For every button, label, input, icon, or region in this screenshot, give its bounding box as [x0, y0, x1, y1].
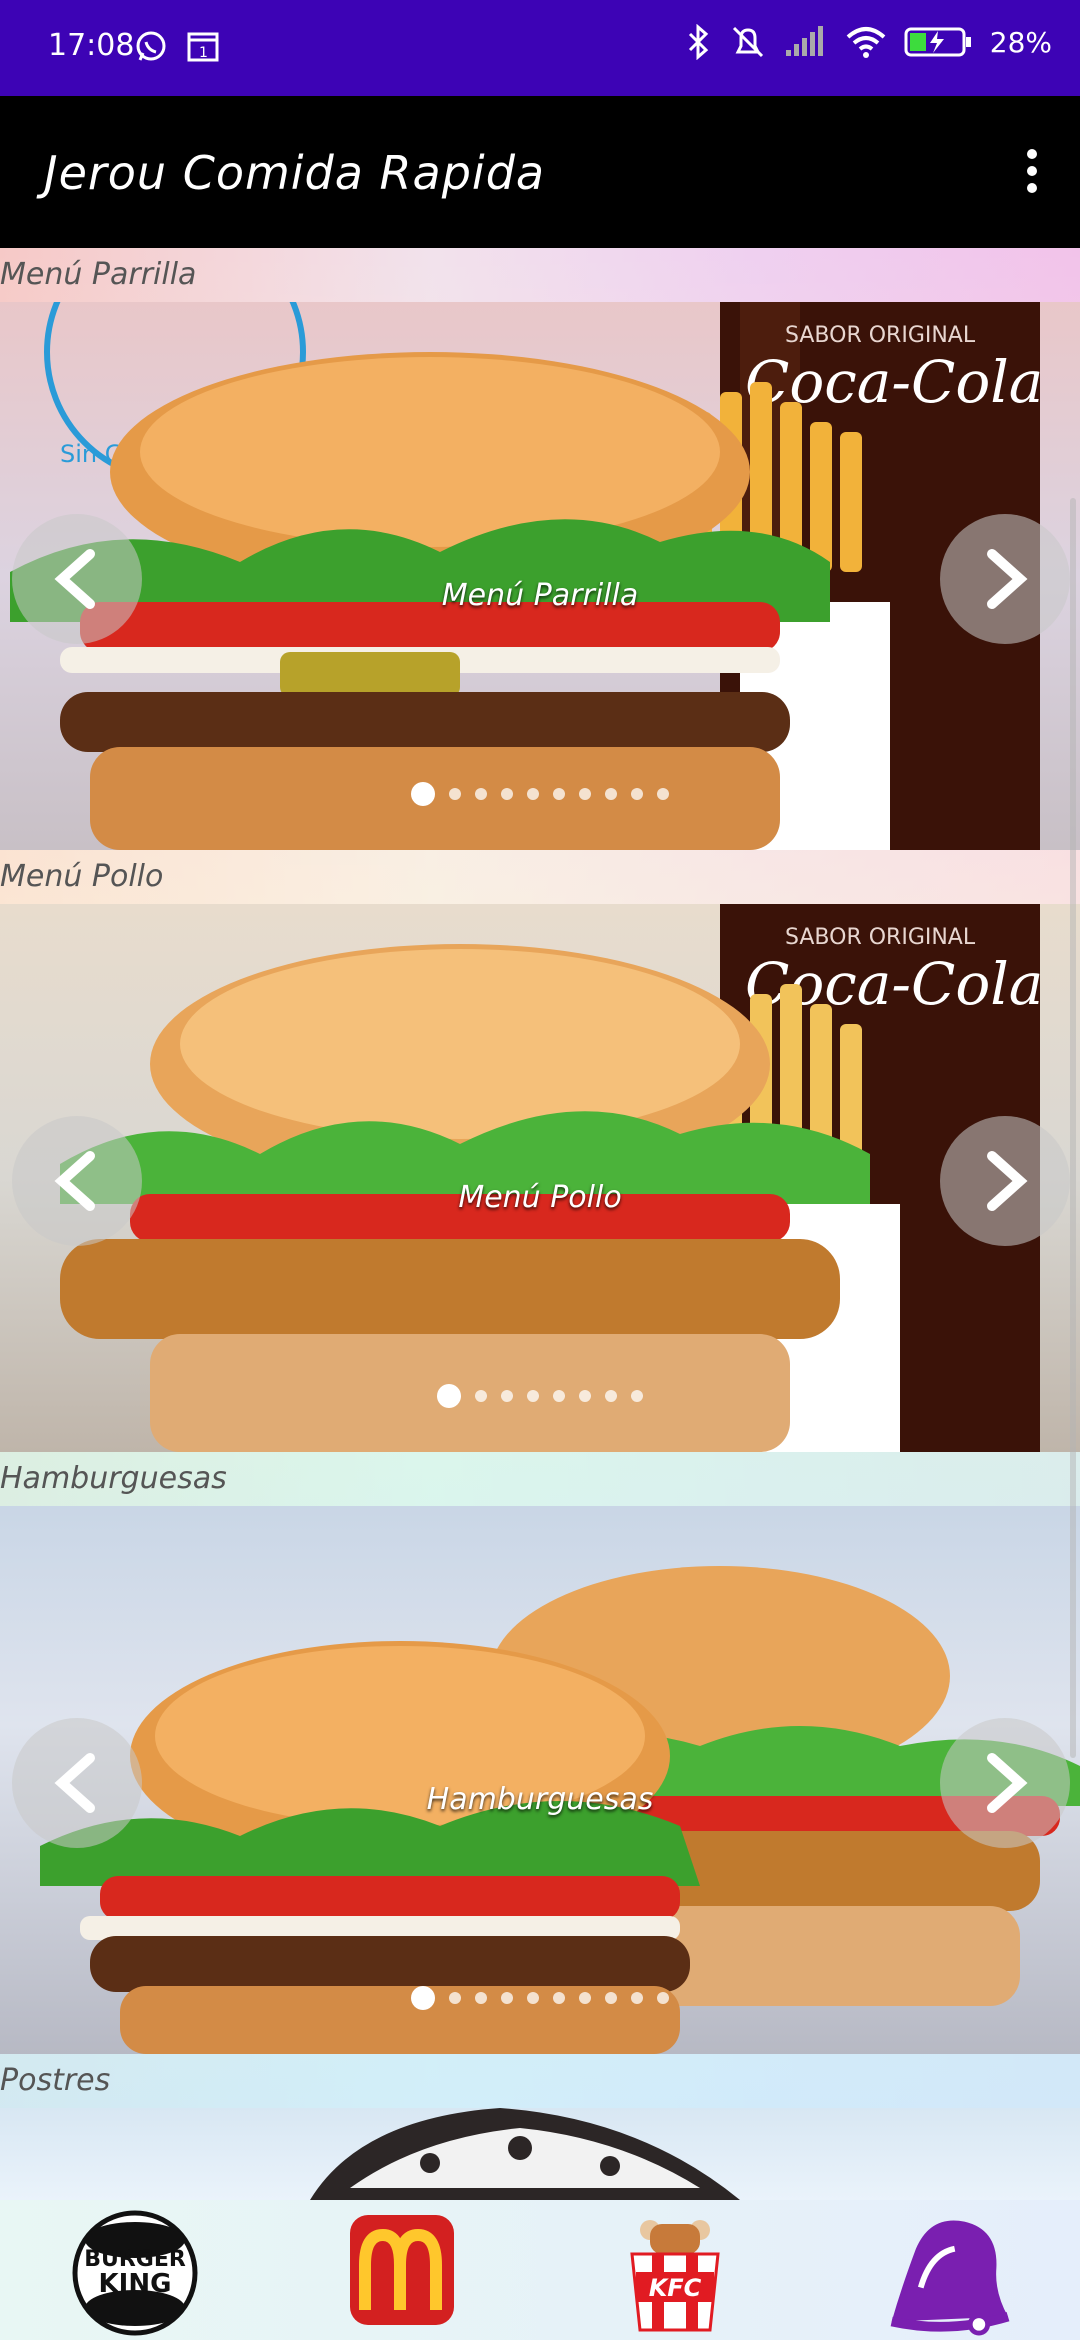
burger-king-logo[interactable]: BURGER KING [70, 2210, 200, 2336]
mute-icon [732, 26, 763, 58]
signal-icon [785, 26, 823, 56]
carousel-dot[interactable] [411, 782, 435, 806]
carousel-prev-button[interactable] [12, 514, 142, 644]
carousel-prev-button[interactable] [12, 1718, 142, 1848]
section-label: Hamburguesas [0, 1461, 227, 1496]
svg-text:KING: KING [99, 2269, 172, 2299]
carousel-dot[interactable] [501, 1992, 513, 2004]
section-postres: Postres [0, 2054, 1080, 2200]
patty [60, 692, 790, 752]
more-vert-icon[interactable] [1012, 148, 1052, 194]
carousel-indicator[interactable] [0, 782, 1080, 806]
section-label: Postres [0, 2063, 111, 2098]
carousel-dot[interactable] [527, 1992, 539, 2004]
carousel-dot[interactable] [579, 1992, 591, 2004]
taco-bell-logo[interactable] [870, 2210, 1020, 2336]
status-time: 17:08 [48, 28, 135, 63]
bluetooth-icon [688, 24, 708, 60]
battery-icon [904, 27, 971, 57]
svg-text:SABOR ORIGINAL: SABOR ORIGINAL [785, 925, 976, 950]
carousel-dot[interactable] [449, 788, 461, 800]
carousel-dot[interactable] [501, 788, 513, 800]
burger-image: SABOR ORIGINAL Coca-Cola Sin Gluten / Gl… [10, 302, 1043, 850]
carousel-dot[interactable] [631, 1390, 643, 1402]
carousel-next-button[interactable] [940, 514, 1070, 644]
carousel-dot[interactable] [579, 1390, 591, 1402]
svg-text:KFC: KFC [649, 2274, 702, 2302]
carousel-dot[interactable] [631, 1992, 643, 2004]
section-menu-pollo: Menú Pollo SABOR ORIGINAL Coca-Cola Menú… [0, 850, 1080, 1452]
carousel-next-button[interactable] [940, 1718, 1070, 1848]
sabor-original-text: SABOR ORIGINAL [785, 323, 976, 348]
kfc-logo[interactable]: KFC [610, 2210, 740, 2336]
section-label: Menú Parrilla [0, 257, 197, 292]
carousel-dot[interactable] [437, 1384, 461, 1408]
scrollbar[interactable] [1070, 498, 1076, 1758]
carousel-next-button[interactable] [940, 1116, 1070, 1246]
chicken-patty [60, 1239, 840, 1339]
status-icons: 28% [686, 24, 1052, 60]
calendar-icon: 1 [187, 32, 219, 62]
slide-caption: Hamburguesas [426, 1782, 654, 1817]
carousel-dot[interactable] [475, 1992, 487, 2004]
slide-caption: Menú Pollo [458, 1180, 622, 1215]
slide-caption: Menú Parrilla [441, 578, 639, 613]
burgers-image [40, 1566, 1080, 2054]
chicken-burger-image: SABOR ORIGINAL Coca-Cola [60, 904, 1043, 1452]
battery-percent: 28% [989, 25, 1052, 59]
carousel-dot[interactable] [553, 788, 565, 800]
carousel-hamburguesas[interactable]: Hamburguesas [0, 1506, 1080, 2054]
carousel-dot[interactable] [605, 1390, 617, 1402]
bottom-brand-nav: BURGER KING KFC [0, 2200, 1080, 2340]
carousel-dot[interactable] [527, 788, 539, 800]
dessert-image [310, 2108, 740, 2200]
carousel-dot[interactable] [605, 788, 617, 800]
whatsapp-icon [136, 31, 166, 61]
carousel-postres[interactable] [0, 2108, 1080, 2200]
carousel-dot[interactable] [475, 788, 487, 800]
carousel-dot[interactable] [449, 1992, 461, 2004]
app-bar: Jerou Comida Rapida [0, 96, 1080, 248]
carousel-dot[interactable] [657, 788, 669, 800]
carousel-menu-pollo[interactable]: SABOR ORIGINAL Coca-Cola Menú Pollo [0, 904, 1080, 1452]
carousel-dot[interactable] [553, 1992, 565, 2004]
pickle [280, 652, 460, 697]
tomato [100, 1876, 680, 1920]
carousel-dot[interactable] [579, 788, 591, 800]
app-title: Jerou Comida Rapida [44, 146, 546, 200]
status-bar: 17:08 1 28% [0, 0, 1080, 96]
svg-text:1: 1 [199, 45, 208, 61]
patty [90, 1936, 690, 1992]
carousel-prev-button[interactable] [12, 1116, 142, 1246]
carousel-dot[interactable] [605, 1992, 617, 2004]
wifi-icon [846, 27, 886, 58]
mcdonalds-logo[interactable] [340, 2210, 460, 2336]
carousel-dot[interactable] [411, 1986, 435, 2010]
carousel-menu-parrilla[interactable]: SABOR ORIGINAL Coca-Cola Sin Gluten / Gl… [0, 302, 1080, 850]
carousel-dot[interactable] [501, 1390, 513, 1402]
section-menu-parrilla: Menú Parrilla SABOR ORIGINAL Coca-Cola S… [0, 248, 1080, 850]
carousel-indicator[interactable] [0, 1986, 1080, 2010]
carousel-indicator[interactable] [0, 1384, 1080, 1408]
content-scroll[interactable]: Menú Parrilla SABOR ORIGINAL Coca-Cola S… [0, 248, 1080, 2200]
carousel-dot[interactable] [657, 1992, 669, 2004]
carousel-dot[interactable] [527, 1390, 539, 1402]
carousel-dot[interactable] [475, 1390, 487, 1402]
carousel-dot[interactable] [553, 1390, 565, 1402]
carousel-dot[interactable] [631, 788, 643, 800]
section-hamburguesas: Hamburguesas Hamburguesas [0, 1452, 1080, 2054]
section-label: Menú Pollo [0, 859, 164, 894]
